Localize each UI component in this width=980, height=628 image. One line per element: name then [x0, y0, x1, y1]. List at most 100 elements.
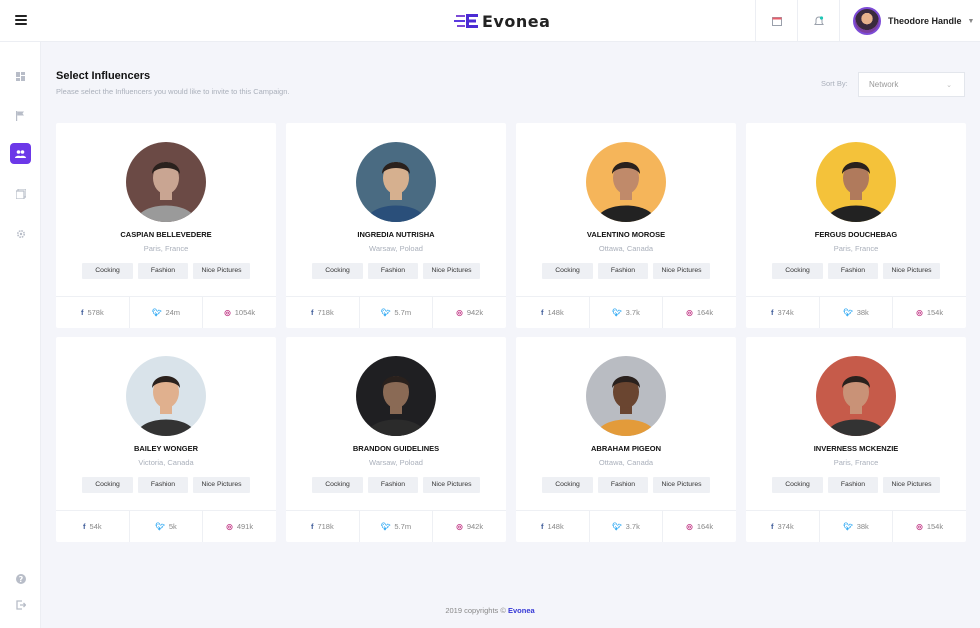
twitter-count: 24m	[165, 308, 181, 317]
instagram-stat: ◎ 164k	[663, 297, 736, 328]
twitter-stat: 🐦︎ 3.7k	[590, 511, 664, 542]
tag-list: Cocking Fashion Nice Pictures	[56, 263, 276, 279]
tag[interactable]: Nice Pictures	[883, 263, 940, 279]
tag[interactable]: Fashion	[598, 263, 648, 279]
facebook-stat: f 374k	[746, 511, 820, 542]
social-stats: f 718k 🐦︎ 5.7m ◎ 942k	[286, 510, 506, 542]
influencer-card[interactable]: INGREDIA NUTRISHA Warsaw, Poload Cocking…	[286, 123, 506, 328]
instagram-stat: ◎ 154k	[893, 511, 966, 542]
calendar-icon[interactable]	[755, 0, 797, 42]
top-bar: Evonea Theodore Handle ▼	[0, 0, 980, 42]
twitter-stat: 🐦︎ 5.7m	[360, 297, 434, 328]
instagram-count: 154k	[926, 522, 944, 531]
influencer-location: Warsaw, Poload	[369, 458, 423, 467]
influencer-photo	[586, 142, 666, 222]
tag[interactable]: Nice Pictures	[423, 263, 480, 279]
tag[interactable]: Nice Pictures	[883, 477, 940, 493]
twitter-stat: 🐦︎ 38k	[820, 297, 894, 328]
tag[interactable]: Fashion	[138, 263, 188, 279]
footer-brand-link[interactable]: Evonea	[508, 606, 535, 615]
influencer-card[interactable]: BAILEY WONGER Victoria, Canada Cocking F…	[56, 337, 276, 542]
facebook-stat: f 718k	[286, 511, 360, 542]
instagram-icon: ◎	[916, 522, 923, 531]
tag[interactable]: Fashion	[138, 477, 188, 493]
flag-icon	[16, 110, 24, 121]
influencer-photo	[816, 356, 896, 436]
twitter-icon: 🐦︎	[843, 308, 853, 317]
facebook-count: 374k	[777, 522, 794, 531]
twitter-count: 5.7m	[394, 522, 412, 531]
facebook-icon: f	[540, 522, 544, 531]
influencer-card[interactable]: FERGUS DOUCHEBAG Paris, France Cocking F…	[746, 123, 966, 328]
user-menu[interactable]: Theodore Handle ▼	[839, 0, 980, 42]
influencer-card[interactable]: BRANDON GUIDELINES Warsaw, Poload Cockin…	[286, 337, 506, 542]
brand-name: Evonea	[482, 11, 551, 31]
tag[interactable]: Fashion	[368, 263, 418, 279]
influencer-name: INVERNESS MCKENZIE	[813, 444, 899, 453]
tag[interactable]: Nice Pictures	[193, 263, 250, 279]
sidebar-item-influencers[interactable]	[10, 143, 31, 164]
twitter-icon: 🐦︎	[380, 308, 391, 317]
tag[interactable]: Cocking	[542, 477, 593, 493]
tag[interactable]: Cocking	[312, 477, 363, 493]
tag[interactable]: Cocking	[312, 263, 363, 279]
influencer-name: INGREDIA NUTRISHA	[357, 230, 435, 239]
sidebar-item-settings[interactable]	[10, 223, 31, 244]
tag[interactable]: Cocking	[82, 477, 133, 493]
logo[interactable]: Evonea	[454, 10, 550, 32]
tag[interactable]: Cocking	[542, 263, 593, 279]
twitter-icon: 🐦︎	[612, 308, 622, 317]
instagram-count: 942k	[466, 522, 484, 531]
influencer-card[interactable]: CASPIAN BELLEVEDERE Paris, France Cockin…	[56, 123, 276, 328]
facebook-count: 578k	[87, 308, 104, 317]
instagram-count: 942k	[466, 308, 484, 317]
sidebar-item-library[interactable]	[10, 183, 31, 204]
instagram-stat: ◎ 942k	[433, 297, 506, 328]
tag[interactable]: Fashion	[828, 263, 878, 279]
tag-list: Cocking Fashion Nice Pictures	[516, 263, 736, 279]
gallery-icon	[15, 188, 26, 199]
influencer-name: BAILEY WONGER	[133, 444, 199, 453]
facebook-stat: f 148k	[516, 511, 590, 542]
tag[interactable]: Nice Pictures	[653, 477, 710, 493]
influencer-card[interactable]: INVERNESS MCKENZIE Paris, France Cocking…	[746, 337, 966, 542]
facebook-icon: f	[770, 522, 774, 531]
tag[interactable]: Cocking	[82, 263, 133, 279]
twitter-count: 38k	[856, 308, 869, 317]
facebook-icon: f	[80, 308, 84, 317]
facebook-icon: f	[310, 522, 314, 531]
influencer-card[interactable]: ABRAHAM PIGEON Ottawa, Canada Cocking Fa…	[516, 337, 736, 542]
gear-icon	[16, 229, 25, 238]
influencer-name: FERGUS DOUCHEBAG	[814, 230, 898, 239]
facebook-stat: f 718k	[286, 297, 360, 328]
tag[interactable]: Nice Pictures	[653, 263, 710, 279]
tag[interactable]: Fashion	[598, 477, 648, 493]
tag[interactable]: Cocking	[772, 477, 823, 493]
tag[interactable]: Fashion	[828, 477, 878, 493]
facebook-stat: f 148k	[516, 297, 590, 328]
tag[interactable]: Nice Pictures	[193, 477, 250, 493]
sort-label: Sort By:	[821, 79, 848, 88]
facebook-count: 718k	[317, 308, 334, 317]
instagram-stat: ◎ 942k	[433, 511, 506, 542]
influencer-card[interactable]: VALENTINO MOROSE Ottawa, Canada Cocking …	[516, 123, 736, 328]
menu-icon[interactable]	[15, 15, 27, 25]
dashboard-icon	[16, 72, 25, 81]
sidebar-item-dashboard[interactable]	[10, 66, 31, 87]
influencer-photo	[356, 142, 436, 222]
tag[interactable]: Nice Pictures	[423, 477, 480, 493]
bell-icon[interactable]	[797, 0, 839, 42]
twitter-count: 5k	[168, 522, 177, 531]
instagram-count: 1054k	[234, 308, 256, 317]
tag[interactable]: Cocking	[772, 263, 823, 279]
twitter-count: 5.7m	[394, 308, 412, 317]
twitter-stat: 🐦︎ 5.7m	[360, 511, 434, 542]
instagram-count: 164k	[696, 308, 714, 317]
influencer-photo	[126, 356, 206, 436]
sort-select[interactable]: Network ⌄	[858, 72, 965, 97]
sidebar-item-help[interactable]: ?	[10, 568, 31, 589]
instagram-stat: ◎ 1054k	[203, 297, 276, 328]
sidebar-item-campaigns[interactable]	[10, 105, 31, 126]
facebook-stat: f 54k	[56, 511, 130, 542]
tag[interactable]: Fashion	[368, 477, 418, 493]
